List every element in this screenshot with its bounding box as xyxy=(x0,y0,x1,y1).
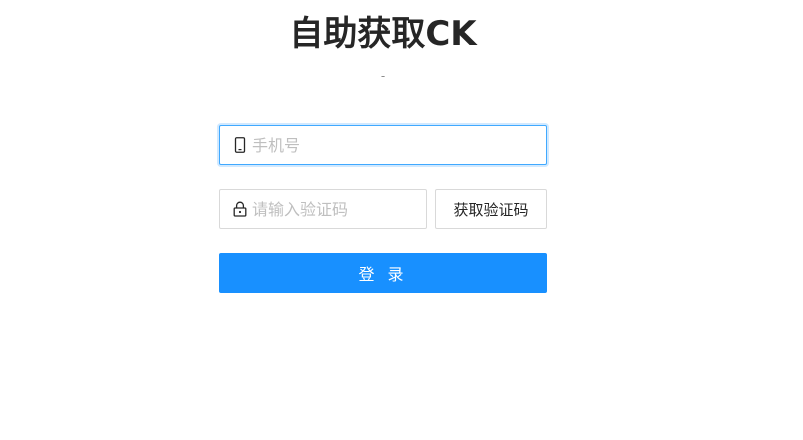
verification-code-input[interactable] xyxy=(252,190,426,228)
phone-input[interactable] xyxy=(252,126,546,164)
mobile-icon xyxy=(233,137,247,153)
login-page: 自助获取CK - 获取验证码 登 录 xyxy=(0,0,803,440)
login-button[interactable]: 登 录 xyxy=(219,253,547,293)
page-subtitle: - xyxy=(380,69,386,83)
verification-code-field[interactable] xyxy=(219,189,427,229)
send-code-button[interactable]: 获取验证码 xyxy=(435,189,547,229)
lock-icon xyxy=(233,201,247,217)
phone-field[interactable] xyxy=(219,125,547,165)
page-title: 自助获取CK xyxy=(289,14,477,54)
